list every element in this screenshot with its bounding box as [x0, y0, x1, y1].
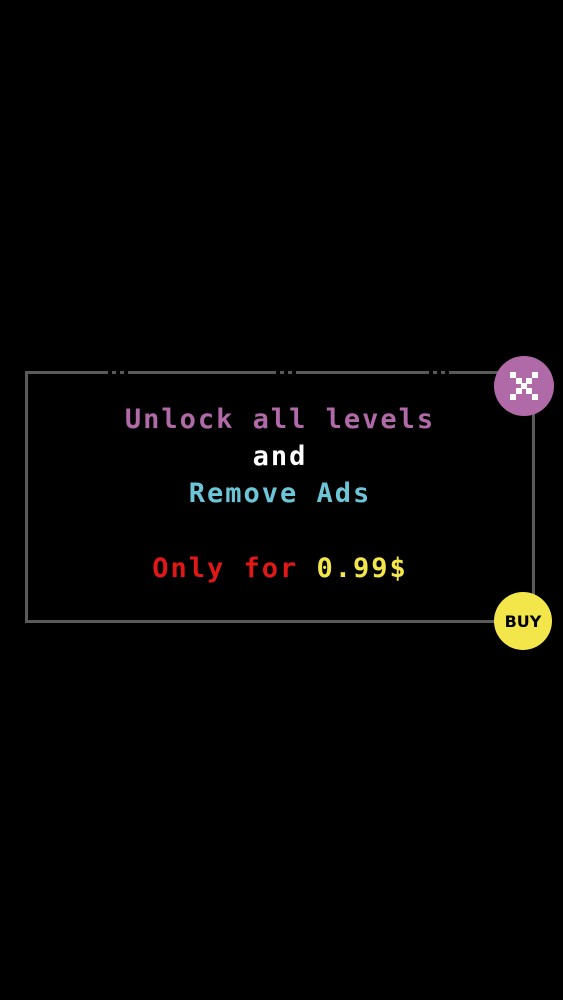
panel-rivet — [429, 371, 451, 374]
price-line: Only for 0.99$ — [28, 553, 532, 584]
and-text: and — [252, 441, 308, 472]
offer-panel: Unlock all levels and Remove Ads Only fo… — [25, 371, 535, 623]
panel-rivet — [276, 371, 298, 374]
unlock-levels-text: Unlock all levels — [124, 404, 436, 435]
panel-rivet — [108, 371, 130, 374]
purchase-screen: Unlock all levels and Remove Ads Only fo… — [0, 0, 563, 1000]
remove-ads-text: Remove Ads — [188, 478, 372, 509]
price-value: 0.99$ — [316, 553, 408, 584]
price-prefix: Only for — [152, 553, 299, 584]
close-button[interactable] — [494, 356, 554, 416]
close-x-icon — [510, 372, 538, 400]
buy-button[interactable]: BUY — [494, 592, 552, 650]
